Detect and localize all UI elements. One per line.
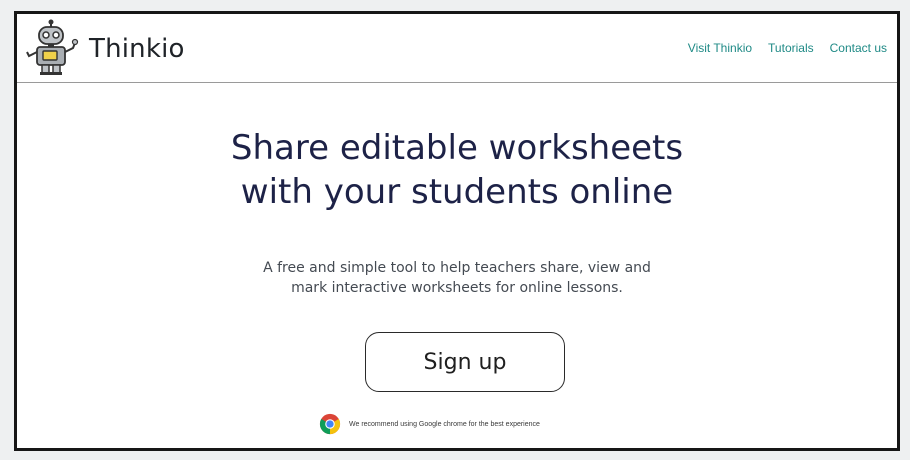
nav-tutorials[interactable]: Tutorials — [768, 41, 814, 55]
nav-contact-us[interactable]: Contact us — [830, 41, 887, 55]
recommendation-text: We recommend using Google chrome for the… — [349, 420, 540, 428]
hero-title-line-2: with your students online — [240, 172, 674, 212]
chrome-icon — [319, 413, 341, 435]
browser-recommendation: We recommend using Google chrome for the… — [319, 413, 540, 435]
hero-subtitle-line-2: mark interactive worksheets for online l… — [291, 280, 623, 296]
hero-title-line-1: Share editable worksheets — [230, 128, 684, 168]
sign-up-button[interactable]: Sign up — [365, 332, 565, 392]
robot-icon — [26, 19, 79, 75]
logo-link[interactable]: Thinkio — [23, 19, 185, 77]
site-header: Thinkio Visit Thinkio Tutorials Contact … — [17, 14, 897, 83]
hero-subtitle: A free and simple tool to help teachers … — [17, 258, 897, 298]
brand-name: Thinkio — [89, 34, 185, 64]
hero-subtitle-line-1: A free and simple tool to help teachers … — [263, 260, 651, 276]
nav-visit-thinkio[interactable]: Visit Thinkio — [688, 41, 752, 55]
top-nav: Visit Thinkio Tutorials Contact us — [688, 41, 887, 55]
page-frame: Thinkio Visit Thinkio Tutorials Contact … — [14, 11, 900, 451]
hero-title: Share editable worksheets with your stud… — [17, 126, 897, 214]
